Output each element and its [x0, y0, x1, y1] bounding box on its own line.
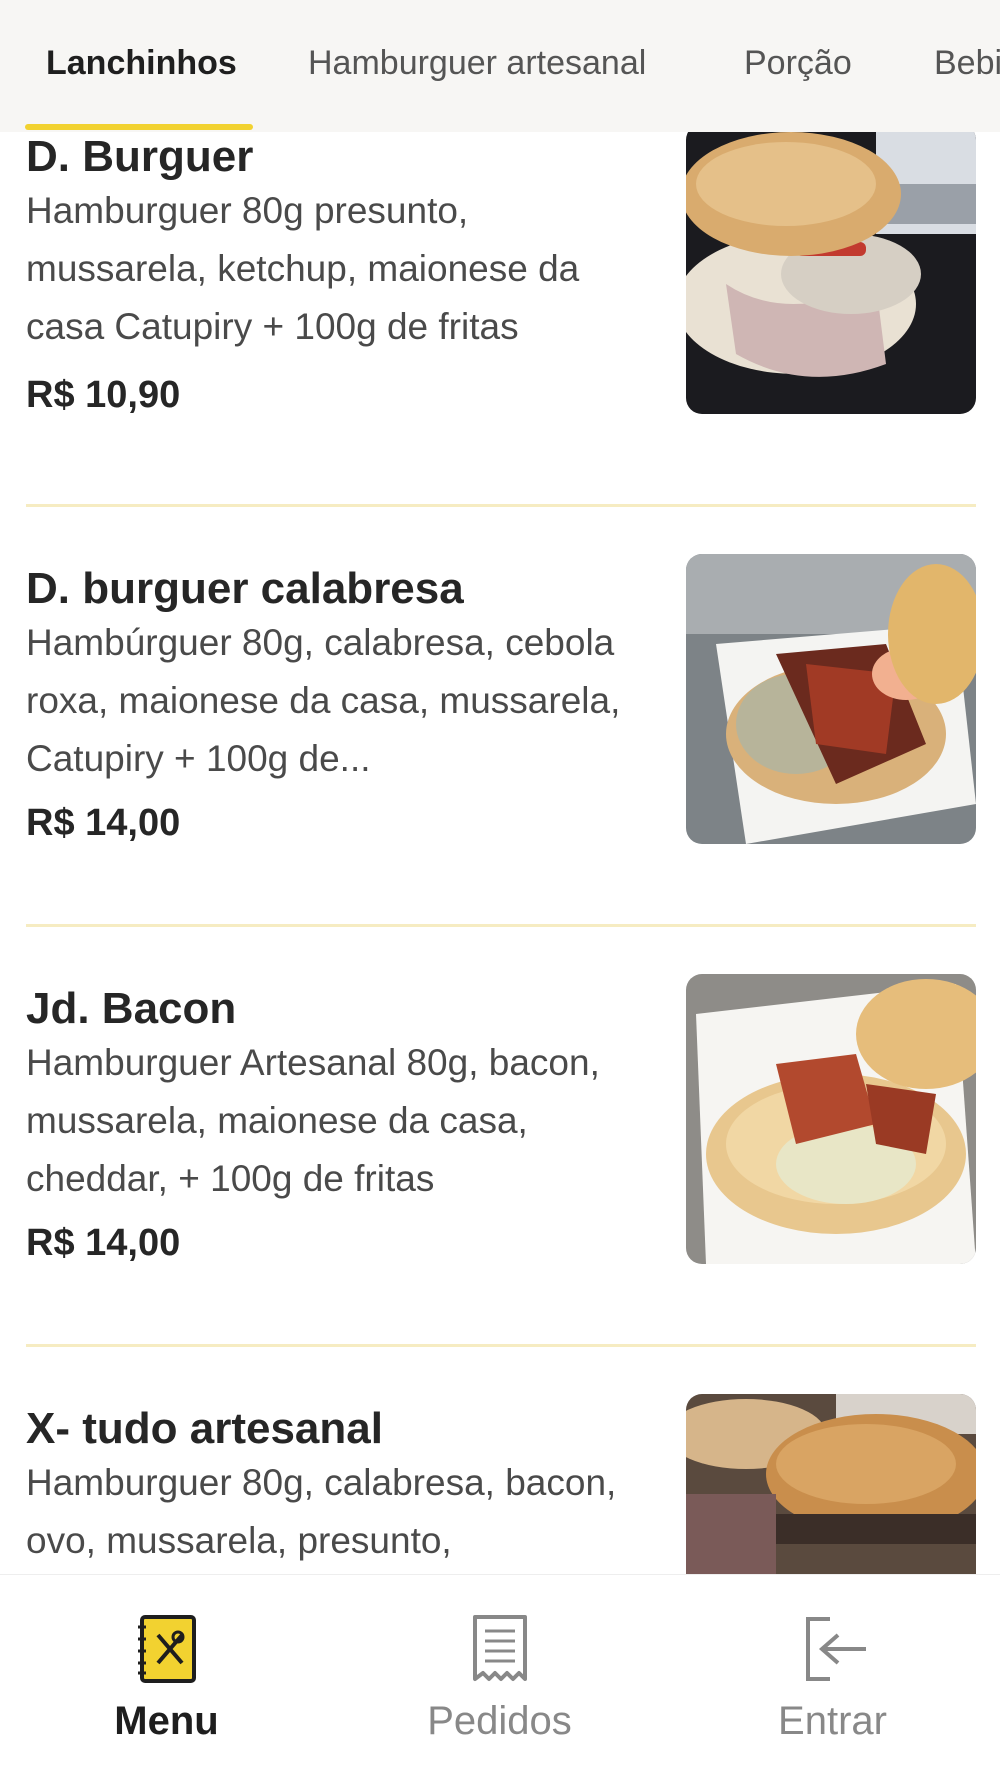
tab-lanchinhos[interactable]: Lanchinhos — [46, 44, 237, 83]
nav-entrar-label: Entrar — [778, 1699, 887, 1743]
product-name: D. Burguer — [26, 132, 254, 181]
product-photo[interactable] — [686, 974, 976, 1264]
nav-menu[interactable]: Menu — [0, 1575, 333, 1778]
nav-pedidos[interactable]: Pedidos — [333, 1575, 666, 1778]
product-price: R$ 10,90 — [26, 374, 181, 416]
login-icon — [800, 1613, 866, 1685]
tab-hamburguer-artesanal[interactable]: Hamburguer artesanal — [308, 44, 646, 83]
product-description: Hamburguer 80g, calabresa, bacon, ovo, m… — [26, 1462, 617, 1561]
product-name: X- tudo artesanal — [26, 1404, 383, 1453]
product-card-d-burguer-calabresa[interactable]: D. burguer calabresa Hambúrguer 80g, cal… — [0, 540, 1000, 960]
category-tabs: Lanchinhos Hamburguer artesanal Porção B… — [0, 0, 1000, 132]
product-price: R$ 14,00 — [26, 1222, 181, 1264]
product-description: Hambúrguer 80g, calabresa, cebola roxa, … — [26, 622, 621, 779]
product-list: D. Burguer Hamburguer 80g presunto, muss… — [0, 132, 1000, 1574]
product-photo[interactable] — [686, 554, 976, 844]
tab-bebidas[interactable]: Bebi — [934, 44, 1000, 83]
product-card-jd-bacon[interactable]: Jd. Bacon Hamburguer Artesanal 80g, baco… — [0, 960, 1000, 1380]
nav-entrar[interactable]: Entrar — [666, 1575, 999, 1778]
product-name: Jd. Bacon — [26, 984, 237, 1033]
product-price: R$ 14,00 — [26, 802, 181, 844]
tab-porcao[interactable]: Porção — [744, 44, 852, 83]
active-tab-indicator — [25, 124, 253, 130]
nav-menu-label: Menu — [114, 1699, 219, 1743]
product-photo[interactable] — [686, 1394, 976, 1574]
product-card-x-tudo-artesanal[interactable]: X- tudo artesanal Hamburguer 80g, calabr… — [0, 1380, 1000, 1574]
divider — [26, 1344, 976, 1347]
product-description: Hamburguer 80g presunto, mussarela, ketc… — [26, 190, 580, 347]
product-name: D. burguer calabresa — [26, 564, 464, 613]
receipt-icon — [467, 1613, 533, 1685]
product-photo[interactable] — [686, 132, 976, 414]
product-description: Hamburguer Artesanal 80g, bacon, mussare… — [26, 1042, 600, 1199]
bottom-navigation: Menu Pedidos Entrar — [0, 1574, 1000, 1778]
product-card-d-burguer[interactable]: D. Burguer Hamburguer 80g presunto, muss… — [0, 132, 1000, 540]
nav-pedidos-label: Pedidos — [427, 1699, 572, 1743]
menu-book-icon — [134, 1613, 200, 1685]
divider — [26, 504, 976, 507]
divider — [26, 924, 976, 927]
